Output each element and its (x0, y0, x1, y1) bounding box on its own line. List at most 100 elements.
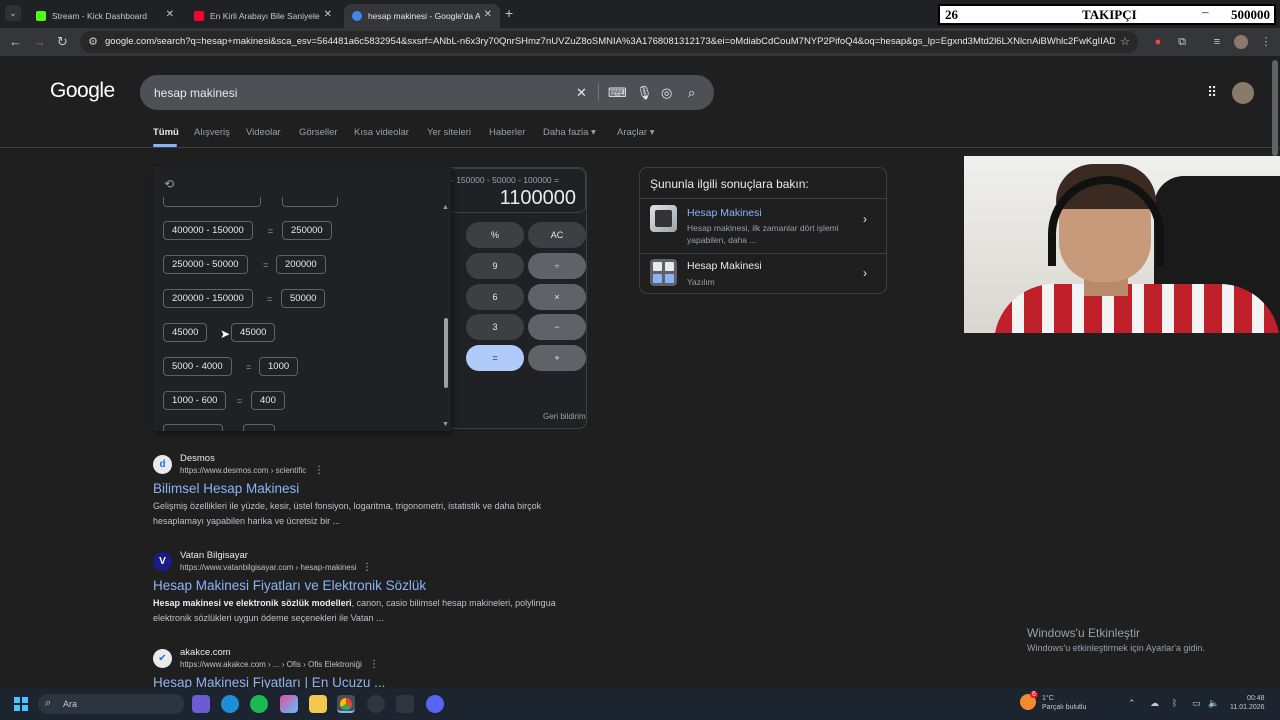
edge-browser-icon[interactable] (221, 695, 239, 713)
spotify-icon[interactable] (250, 695, 268, 713)
history-expression[interactable]: 250000 - 50000 (163, 255, 248, 274)
related-title[interactable]: Hesap Makinesi (687, 260, 762, 272)
bluetooth-icon[interactable]: ᛒ (1172, 698, 1177, 708)
history-result[interactable]: 1000 (259, 357, 299, 376)
feedback-link[interactable]: Geri bildirim (543, 412, 586, 421)
more-options-icon[interactable]: ⋮ (362, 562, 372, 573)
history-icon[interactable]: ⟲ (164, 177, 174, 191)
chevron-right-icon[interactable]: › (863, 266, 867, 280)
tab-news[interactable]: Haberler (489, 127, 525, 138)
tab-search-button[interactable]: ⌄ (5, 5, 21, 21)
weather-widget[interactable]: 1°C Parçalı bulutlu (1042, 694, 1086, 712)
close-icon[interactable]: ✕ (166, 9, 174, 20)
scroll-up-icon[interactable]: ▲ (442, 204, 449, 211)
tab-google-search[interactable]: hesap makinesi - Google'da Ara ✕ (344, 4, 500, 28)
chrome-icon[interactable] (337, 695, 355, 713)
history-expression[interactable]: 45000 (163, 323, 208, 342)
forward-icon[interactable]: → (33, 34, 46, 49)
calculator-app-icon[interactable] (650, 259, 677, 286)
tray-chevron-icon[interactable]: ⌃ (1128, 698, 1136, 709)
result-site-name[interactable]: Desmos (180, 453, 215, 464)
tab-tools[interactable]: Araçlar ▾ (617, 127, 655, 138)
account-avatar[interactable] (1232, 82, 1254, 104)
page-scrollbar-thumb[interactable] (1272, 60, 1278, 156)
keyboard-icon[interactable]: ⌨ (608, 85, 627, 101)
extensions-puzzle-icon[interactable]: ⧉ (1175, 35, 1189, 49)
calculator-thumbnail[interactable] (650, 205, 677, 232)
more-options-icon[interactable]: ⋮ (314, 465, 324, 476)
lens-camera-icon[interactable]: ◎ (661, 85, 672, 101)
onedrive-icon[interactable]: ☁ (1150, 698, 1159, 709)
chevron-right-icon[interactable]: › (863, 212, 867, 226)
result-site-name[interactable]: akakce.com (180, 647, 231, 658)
tab-videos[interactable]: Videolar (246, 127, 281, 138)
key-9[interactable]: 9 (466, 253, 524, 279)
key-plus[interactable]: + (528, 345, 586, 371)
back-icon[interactable]: ← (9, 34, 22, 49)
windows-start-icon[interactable] (14, 697, 28, 711)
clear-search-icon[interactable]: ✕ (576, 85, 587, 101)
tab-youtube-video[interactable]: En Kirli Arabayı Bile Saniyeler İç ✕ (186, 4, 340, 28)
microphone-icon[interactable]: 🎙 (636, 85, 653, 101)
reload-icon[interactable]: ↻ (57, 34, 68, 50)
tab-places[interactable]: Yer siteleri (427, 127, 471, 138)
network-icon[interactable]: ▭ (1192, 698, 1201, 709)
history-result[interactable]: 250000 (282, 221, 332, 240)
system-clock[interactable]: 00:48 11.01.2026 (1230, 694, 1265, 712)
history-expression[interactable]: 5000 - 4000 (163, 357, 232, 376)
tab-kick-dashboard[interactable]: Stream - Kick Dashboard ✕ (28, 4, 182, 28)
tab-shopping[interactable]: Alışveriş (194, 127, 230, 138)
taskbar-search-placeholder[interactable]: Ara (63, 699, 77, 709)
discord-icon[interactable] (426, 695, 444, 713)
key-minus[interactable]: − (528, 314, 586, 340)
taskbar-app-icon[interactable] (396, 695, 414, 713)
key-multiply[interactable]: × (528, 284, 586, 310)
result-site-name[interactable]: Vatan Bilgisayar (180, 550, 248, 561)
profile-avatar-icon[interactable] (1234, 35, 1248, 49)
taskbar-app-icon[interactable] (192, 695, 210, 713)
scroll-down-icon[interactable]: ▼ (442, 421, 449, 428)
tab-more[interactable]: Daha fazla ▾ (543, 127, 596, 138)
key-3[interactable]: 3 (466, 314, 524, 340)
search-input[interactable]: hesap makinesi (154, 86, 237, 100)
tab-all[interactable]: Tümü (153, 127, 179, 138)
result-title[interactable]: Hesap Makinesi Fiyatları ve Elektronik S… (153, 578, 426, 593)
key-percent[interactable]: % (466, 222, 524, 248)
copilot-icon[interactable] (280, 695, 298, 713)
google-apps-icon[interactable]: ⠿ (1207, 84, 1217, 101)
history-result[interactable]: 50000 (281, 289, 326, 308)
more-options-icon[interactable]: ⋮ (369, 659, 379, 670)
key-6[interactable]: 6 (466, 284, 524, 310)
close-icon[interactable]: ✕ (324, 9, 332, 20)
history-scrollbar-thumb[interactable] (444, 318, 448, 388)
history-result[interactable]: 400 (251, 391, 285, 410)
bookmark-star-icon[interactable]: ☆ (1118, 35, 1132, 49)
new-tab-button[interactable]: + (505, 5, 513, 21)
site-info-icon[interactable]: ⚙ (86, 35, 100, 49)
result-url[interactable]: https://www.desmos.com › scientific (180, 466, 306, 475)
result-title[interactable]: Bilimsel Hesap Makinesi (153, 481, 299, 496)
key-clear[interactable]: AC (528, 222, 586, 248)
tab-images[interactable]: Görseller (299, 127, 338, 138)
close-icon[interactable]: ✕ (484, 9, 492, 20)
history-expression[interactable]: 200000 - 150000 (163, 289, 253, 308)
history-expression[interactable]: 400000 - 150000 (163, 221, 253, 240)
taskbar-search-box[interactable] (38, 694, 184, 714)
history-expression[interactable]: 1000 - 600 (163, 391, 227, 410)
volume-icon[interactable]: 🔈 (1208, 698, 1219, 709)
key-divide[interactable]: ÷ (528, 253, 586, 279)
related-title[interactable]: Hesap Makinesi (687, 207, 762, 219)
search-icon[interactable]: ⌕ (688, 85, 695, 101)
result-url[interactable]: https://www.vatanbilgisayar.com › hesap-… (180, 563, 357, 572)
google-logo[interactable]: Google (50, 79, 115, 103)
tab-short-videos[interactable]: Kısa videolar (354, 127, 409, 138)
url-text[interactable]: google.com/search?q=hesap+makinesi&sca_e… (105, 36, 1115, 47)
key-equals[interactable]: = (466, 345, 524, 371)
reading-list-icon[interactable]: ≡ (1210, 35, 1224, 49)
extension-record-icon[interactable]: ● (1151, 35, 1165, 49)
obs-icon[interactable] (367, 695, 385, 713)
history-result[interactable]: 45000 (231, 323, 276, 342)
history-result[interactable]: 200000 (276, 255, 326, 274)
browser-menu-icon[interactable]: ⋮ (1259, 35, 1273, 49)
result-url[interactable]: https://www.akakce.com › ... › Ofis › Of… (180, 660, 362, 669)
